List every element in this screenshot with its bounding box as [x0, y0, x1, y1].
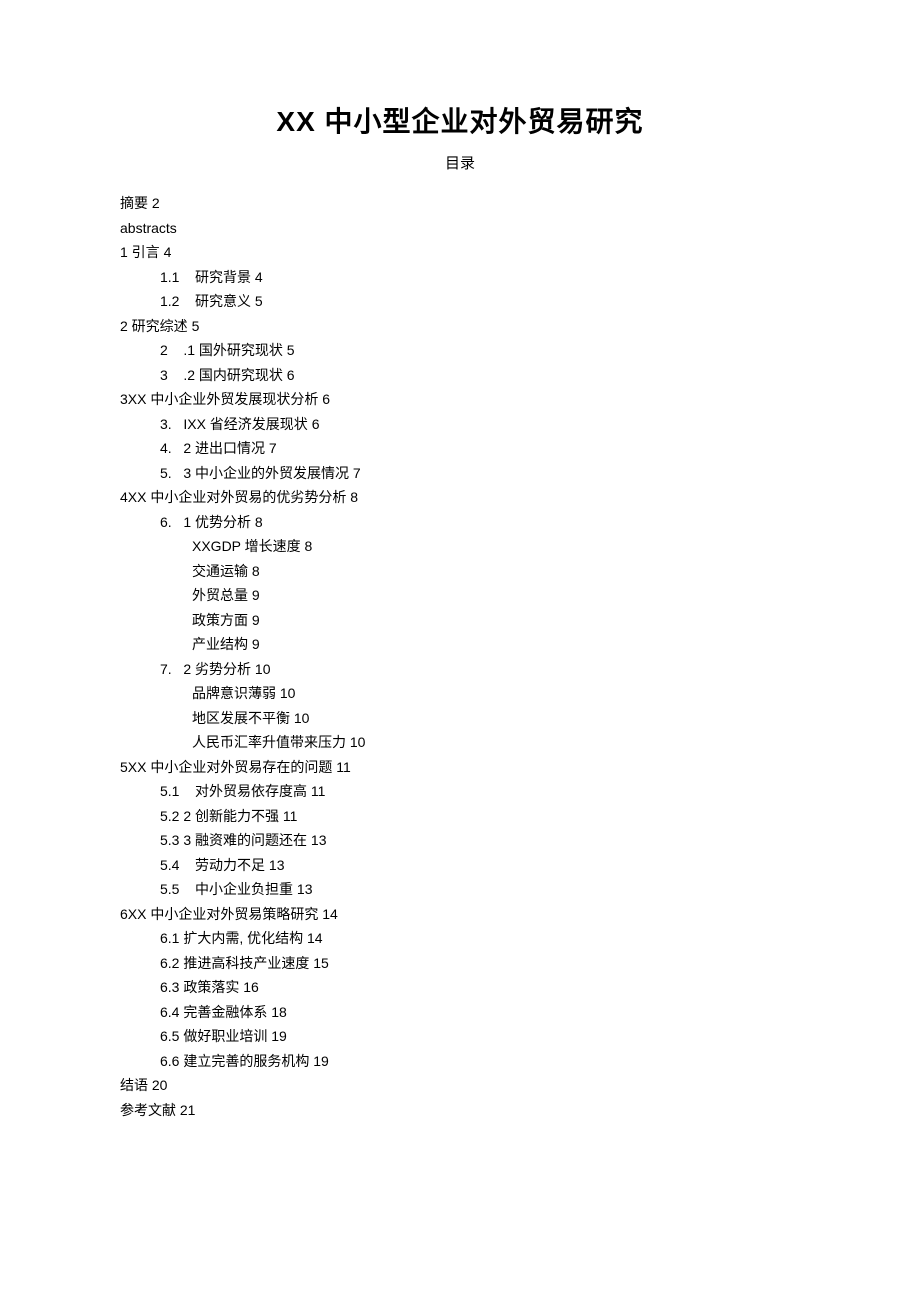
- toc-entry: 5.1 对外贸易依存度高 11: [120, 779, 800, 804]
- toc-entry: 6. 1 优势分析 8: [120, 510, 800, 535]
- toc-entry: 3 .2 国内研究现状 6: [120, 363, 800, 388]
- toc-entry: 5.2 2 创新能力不强 11: [120, 804, 800, 829]
- toc-entry: 7. 2 劣势分析 10: [120, 657, 800, 682]
- toc-entry: 5.5 中小企业负担重 13: [120, 877, 800, 902]
- toc-entry: 4. 2 进出口情况 7: [120, 436, 800, 461]
- toc-entry: 5.3 3 融资难的问题还在 13: [120, 828, 800, 853]
- toc-entry: 6.4 完善金融体系 18: [120, 1000, 800, 1025]
- toc-entry: 产业结构 9: [120, 632, 800, 657]
- toc-entry: 4XX 中小企业对外贸易的优劣势分析 8: [120, 485, 800, 510]
- toc-entry: 6.5 做好职业培训 19: [120, 1024, 800, 1049]
- toc-entry: XXGDP 增长速度 8: [120, 534, 800, 559]
- toc-entry: 6.6 建立完善的服务机构 19: [120, 1049, 800, 1074]
- toc-entry: 结语 20: [120, 1073, 800, 1098]
- toc-entry: 6.2 推进高科技产业速度 15: [120, 951, 800, 976]
- toc-entry: 6.3 政策落实 16: [120, 975, 800, 1000]
- toc-entry: 6XX 中小企业对外贸易策略研究 14: [120, 902, 800, 927]
- document-page: XX 中小型企业对外贸易研究 目录 摘要 2abstracts1 引言 41.1…: [0, 0, 920, 1202]
- toc-entry: 3. IXX 省经济发展现状 6: [120, 412, 800, 437]
- toc-entry: 人民币汇率升值带来压力 10: [120, 730, 800, 755]
- toc-entry: 政策方面 9: [120, 608, 800, 633]
- toc-entry: 5. 3 中小企业的外贸发展情况 7: [120, 461, 800, 486]
- toc-entry: 1.1 研究背景 4: [120, 265, 800, 290]
- toc-entry: 品牌意识薄弱 10: [120, 681, 800, 706]
- toc-entry: 摘要 2: [120, 191, 800, 216]
- toc-entry: abstracts: [120, 216, 800, 241]
- toc-heading: 目录: [120, 152, 800, 173]
- page-title: XX 中小型企业对外贸易研究: [120, 100, 800, 140]
- toc-entry: 参考文献 21: [120, 1098, 800, 1123]
- toc-entry: 6.1 扩大内需, 优化结构 14: [120, 926, 800, 951]
- toc-entry: 2 .1 国外研究现状 5: [120, 338, 800, 363]
- table-of-contents: 摘要 2abstracts1 引言 41.1 研究背景 41.2 研究意义 52…: [120, 191, 800, 1122]
- toc-entry: 外贸总量 9: [120, 583, 800, 608]
- toc-entry: 5XX 中小企业对外贸易存在的问题 11: [120, 755, 800, 780]
- toc-entry: 地区发展不平衡 10: [120, 706, 800, 731]
- toc-entry: 1.2 研究意义 5: [120, 289, 800, 314]
- toc-entry: 1 引言 4: [120, 240, 800, 265]
- toc-entry: 2 研究综述 5: [120, 314, 800, 339]
- toc-entry: 5.4 劳动力不足 13: [120, 853, 800, 878]
- toc-entry: 3XX 中小企业外贸发展现状分析 6: [120, 387, 800, 412]
- toc-entry: 交通运输 8: [120, 559, 800, 584]
